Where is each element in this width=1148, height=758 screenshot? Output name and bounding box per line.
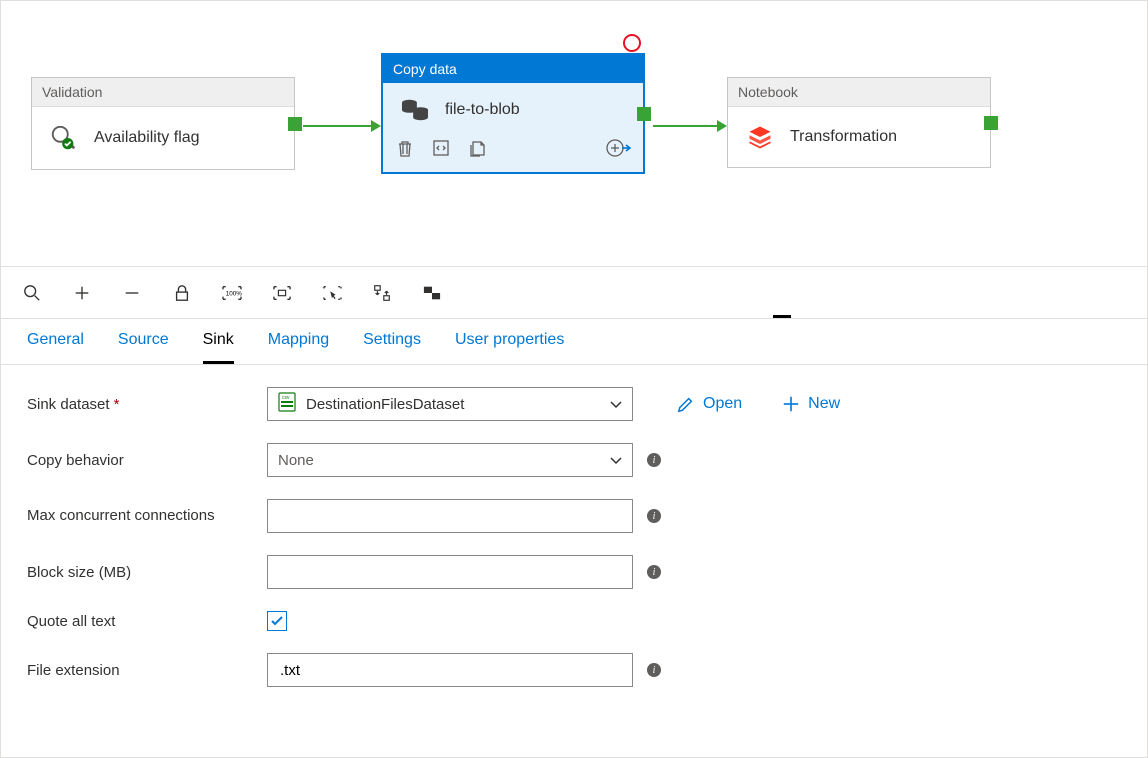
activity-name: Transformation: [790, 128, 897, 146]
arrow-head-icon: [371, 120, 381, 132]
code-icon[interactable]: [431, 138, 451, 161]
multi-select-icon[interactable]: [321, 282, 343, 304]
activity-name: file-to-blob: [445, 101, 520, 119]
tab-settings[interactable]: Settings: [363, 331, 421, 364]
activity-validation[interactable]: Validation Availability flag: [31, 77, 295, 170]
magnifier-check-icon: [46, 123, 82, 153]
lock-icon[interactable]: [171, 282, 193, 304]
output-port[interactable]: [288, 117, 302, 131]
quote-all-label: Quote all text: [27, 613, 267, 630]
svg-text:csv: csv: [282, 395, 290, 401]
sink-form: Sink dataset* csv DestinationFilesDatase…: [1, 365, 1147, 731]
copy-behavior-select[interactable]: None: [267, 443, 633, 477]
caret-down-icon: [610, 396, 622, 413]
block-size-input[interactable]: [267, 555, 633, 589]
dataset-icon: csv: [278, 392, 296, 416]
output-port[interactable]: [984, 116, 998, 130]
auto-align-icon[interactable]: [371, 282, 393, 304]
connector-arrow: [303, 125, 373, 127]
zoom-out-icon[interactable]: [121, 282, 143, 304]
max-connections-input[interactable]: [267, 499, 633, 533]
drag-handle[interactable]: [773, 315, 791, 318]
copy-icon[interactable]: [467, 138, 487, 161]
canvas-toolbar: 100%: [1, 267, 1147, 319]
max-connections-label: Max concurrent connections: [27, 506, 267, 526]
copy-behavior-label: Copy behavior: [27, 452, 267, 469]
databricks-icon: [742, 123, 778, 151]
database-copy-icon: [397, 97, 433, 123]
block-size-label: Block size (MB): [27, 564, 267, 581]
activity-notebook[interactable]: Notebook Transformation: [727, 77, 991, 168]
svg-text:100%: 100%: [226, 290, 243, 297]
search-icon[interactable]: [21, 282, 43, 304]
open-dataset-button[interactable]: Open: [677, 395, 742, 413]
info-icon[interactable]: i: [647, 509, 661, 523]
activity-name: Availability flag: [94, 129, 200, 147]
zoom-100-icon[interactable]: 100%: [221, 282, 243, 304]
sink-dataset-select[interactable]: csv DestinationFilesDataset: [267, 387, 633, 421]
app-root: Validation Availability flag Copy data: [0, 0, 1148, 758]
output-port[interactable]: [637, 107, 651, 121]
arrow-head-icon: [717, 120, 727, 132]
sink-dataset-label: Sink dataset*: [27, 396, 267, 413]
zoom-in-icon[interactable]: [71, 282, 93, 304]
quote-all-checkbox[interactable]: [267, 611, 287, 631]
pipeline-canvas[interactable]: Validation Availability flag Copy data: [1, 1, 1147, 267]
fit-screen-icon[interactable]: [271, 282, 293, 304]
info-icon[interactable]: i: [647, 453, 661, 467]
tab-mapping[interactable]: Mapping: [268, 331, 329, 364]
tab-sink[interactable]: Sink: [203, 331, 234, 364]
connector-arrow: [653, 125, 719, 127]
sink-dataset-value: DestinationFilesDataset: [306, 396, 464, 413]
property-tabs: General Source Sink Mapping Settings Use…: [1, 319, 1147, 365]
activity-type-label: Copy data: [383, 55, 643, 83]
file-extension-label: File extension: [27, 662, 267, 679]
caret-down-icon: [610, 452, 622, 469]
info-icon[interactable]: i: [647, 565, 661, 579]
activity-copy-data[interactable]: Copy data file-to-blob: [381, 53, 645, 174]
activity-type-label: Notebook: [728, 78, 990, 107]
add-output-icon[interactable]: [605, 137, 631, 162]
file-extension-input[interactable]: [267, 653, 633, 687]
copy-behavior-value: None: [278, 452, 314, 469]
new-dataset-button[interactable]: New: [782, 395, 840, 413]
info-icon[interactable]: i: [647, 663, 661, 677]
delete-icon[interactable]: [395, 138, 415, 161]
status-indicator-error: [623, 34, 641, 52]
reorder-icon[interactable]: [421, 282, 443, 304]
tab-general[interactable]: General: [27, 331, 84, 364]
activity-type-label: Validation: [32, 78, 294, 107]
tab-source[interactable]: Source: [118, 331, 169, 364]
tab-user-properties[interactable]: User properties: [455, 331, 564, 364]
